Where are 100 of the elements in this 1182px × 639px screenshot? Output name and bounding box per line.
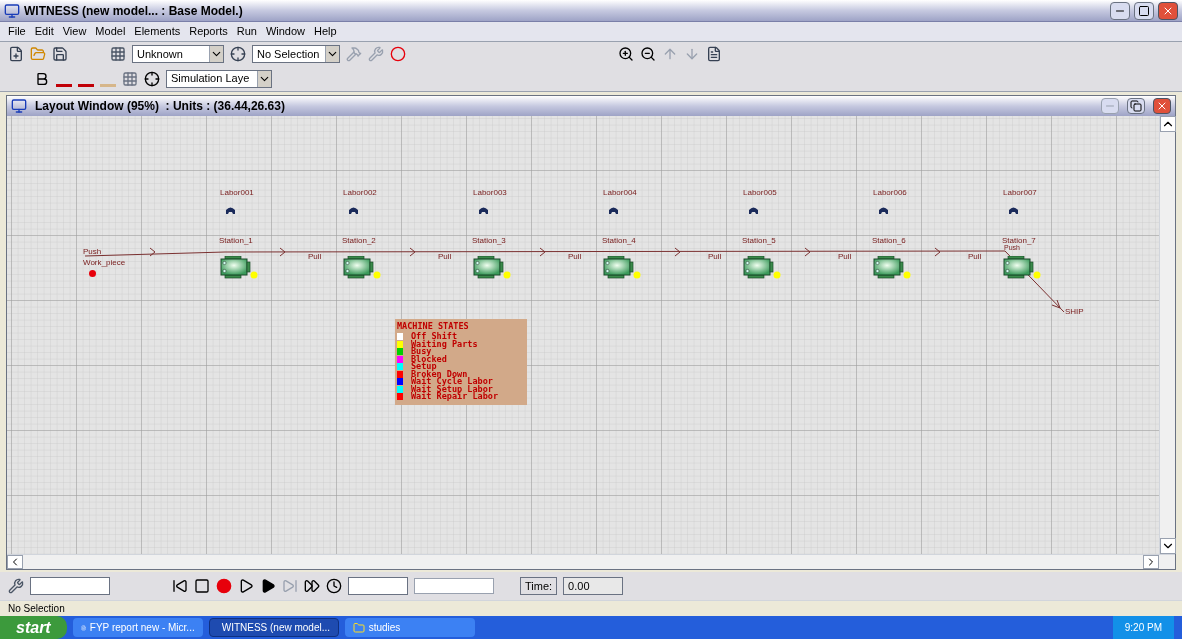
labor-icon	[225, 207, 236, 215]
skip-back-icon[interactable]	[172, 578, 188, 594]
labor-label: Labor003	[473, 187, 507, 199]
play-icon[interactable]	[260, 578, 276, 594]
save-icon[interactable]	[52, 46, 68, 62]
layer-dropdown[interactable]: Simulation Laye	[166, 69, 272, 88]
app-icon	[11, 98, 27, 114]
labor-icon	[478, 207, 489, 215]
machine-icon	[743, 256, 781, 280]
maximize-button[interactable]	[1134, 1, 1154, 20]
run-until-field[interactable]	[348, 577, 408, 595]
taskbar-button[interactable]: FYP report new - Micr...	[72, 618, 203, 637]
scroll-down-icon[interactable]	[1160, 538, 1176, 554]
state-label: Blocked	[411, 355, 447, 363]
state-label: Waiting Parts	[411, 340, 478, 348]
station-label: Station_4	[602, 235, 636, 247]
restore-button[interactable]	[1127, 98, 1145, 114]
selection-dropdown[interactable]: No Selection	[252, 45, 340, 63]
minimize-button[interactable]	[1110, 1, 1130, 20]
zoom-in-icon[interactable]	[618, 46, 634, 62]
menu-item[interactable]: View	[62, 23, 87, 40]
labor-icon	[348, 207, 359, 215]
menu-item[interactable]: Elements	[134, 23, 181, 40]
scroll-right-icon[interactable]	[1143, 555, 1159, 569]
restore-icon	[1130, 100, 1142, 112]
clock: 9:20 PM	[1112, 616, 1174, 639]
state-label: Wait Setup Labor	[411, 385, 493, 393]
layout-window-title: Layout Window (95%) : Units : (36.44,26.63)	[35, 98, 286, 115]
dropdown-icon	[257, 70, 271, 87]
input-rule-label: Pull	[308, 251, 322, 263]
input-rule-label: Pull	[568, 251, 582, 263]
scroll-left-icon[interactable]	[7, 555, 23, 569]
close-button[interactable]	[1158, 1, 1178, 20]
input-rule-label: Pull	[438, 251, 452, 263]
element-type-dropdown[interactable]: Unknown	[132, 45, 224, 63]
input-rule-label: Pull	[968, 251, 982, 263]
taskbar-button[interactable]: studies	[344, 618, 475, 637]
labor-icon	[878, 207, 889, 215]
record-icon[interactable]	[216, 578, 232, 594]
taskbar-button[interactable]: WITNESS (new model...	[208, 618, 339, 637]
circle-icon[interactable]	[390, 46, 406, 62]
input-rule-label: Pull	[708, 251, 722, 263]
maximize-icon	[1138, 4, 1150, 17]
machine-icon	[603, 256, 641, 280]
close-button[interactable]	[1153, 98, 1171, 114]
output-rule-label: Push	[83, 246, 102, 258]
menu-item[interactable]: File	[8, 23, 26, 40]
menu-item[interactable]: Reports	[189, 23, 228, 40]
time-field: 0.00	[563, 576, 624, 596]
state-label: Setup	[411, 363, 437, 371]
labor-label: Labor007	[1003, 187, 1037, 199]
labor-label: Labor005	[743, 187, 777, 199]
menu-item[interactable]: Run	[236, 23, 257, 40]
status-text: No Selection	[8, 602, 65, 616]
station-label: Station_1	[219, 235, 253, 247]
vertical-scrollbar[interactable]	[1159, 116, 1175, 554]
dropdown-icon	[325, 46, 339, 62]
machine-icon	[473, 256, 511, 280]
menu-item[interactable]: Help	[314, 23, 337, 40]
state-label: Busy	[411, 348, 432, 356]
stop-icon[interactable]	[194, 578, 210, 594]
folder-icon	[352, 621, 365, 634]
labor-icon	[608, 207, 619, 215]
zoom-out-icon[interactable]	[640, 46, 656, 62]
window-title: WITNESS (new model... : Base Model.)	[24, 2, 244, 20]
new-file-icon[interactable]	[8, 46, 24, 62]
grid-icon[interactable]	[122, 70, 138, 87]
document-icon[interactable]	[706, 46, 722, 62]
machine-icon	[873, 256, 911, 280]
horizontal-scrollbar[interactable]	[7, 554, 1175, 569]
crosshair-icon[interactable]	[230, 46, 246, 62]
clock-icon[interactable]	[326, 578, 342, 594]
labor-label: Labor001	[220, 187, 254, 199]
start-button[interactable]: start	[0, 616, 67, 639]
machine-icon	[220, 256, 258, 280]
labor-label: Labor002	[343, 187, 377, 199]
scroll-up-icon[interactable]	[1160, 116, 1176, 132]
command-field[interactable]	[30, 577, 110, 595]
labor-icon	[748, 207, 759, 215]
station-label: Station_6	[872, 235, 906, 247]
menu-item[interactable]: Edit	[34, 23, 54, 40]
labor-label: Labor006	[873, 187, 907, 199]
labor-icon	[1008, 207, 1019, 215]
font-icon[interactable]	[34, 70, 50, 87]
dropdown-icon	[209, 46, 223, 62]
step-icon[interactable]	[238, 578, 254, 594]
exit-label: SHIP	[1065, 306, 1084, 318]
fast-forward-icon[interactable]	[304, 578, 320, 594]
machine-icon	[1003, 256, 1041, 280]
menu-item[interactable]: Window	[265, 23, 306, 40]
labor-label: Labor004	[603, 187, 637, 199]
time-label: Time:	[520, 576, 558, 596]
entry-label: Work_piece	[83, 257, 126, 269]
input-rule-label: Pull	[838, 251, 852, 263]
app-icon	[4, 2, 20, 19]
crosshair-icon[interactable]	[144, 70, 160, 87]
state-label: Off Shift	[411, 333, 458, 341]
station-label: Station_5	[742, 235, 776, 247]
menu-item[interactable]: Model	[95, 23, 126, 40]
machine-icon	[343, 256, 381, 280]
